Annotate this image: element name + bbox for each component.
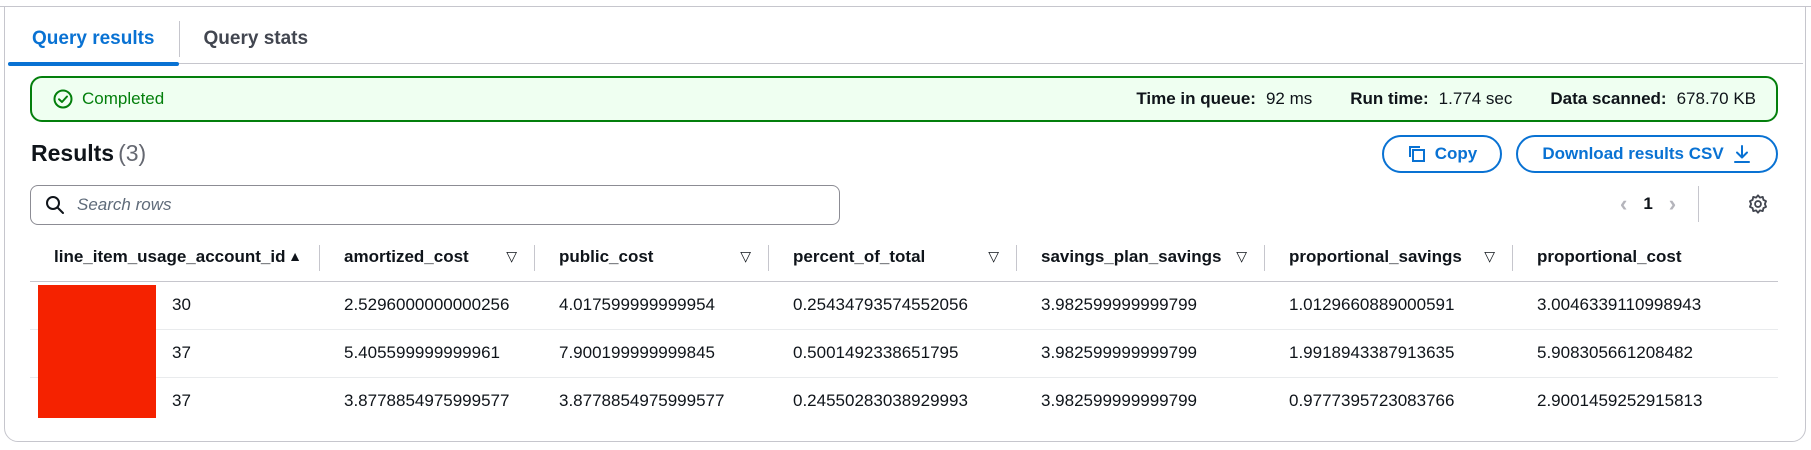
- table-cell: 3.982599999999799: [1017, 281, 1265, 330]
- copy-button[interactable]: Copy: [1382, 135, 1502, 173]
- status-text: Completed: [82, 89, 165, 108]
- table-cell: 5.908305661208482: [1513, 329, 1778, 378]
- table-row: 37 3.8778854975999577 3.8778854975999577…: [30, 377, 1778, 425]
- table-cell: 5.405599999999961: [320, 329, 535, 378]
- results-tabs: Query results Query stats: [8, 14, 1803, 66]
- table-cell: 3.982599999999799: [1041, 391, 1197, 411]
- sort-icon: ▽: [988, 248, 999, 264]
- sort-icon: ▽: [506, 248, 517, 264]
- column-header[interactable]: savings_plan_savings ▽: [1017, 233, 1265, 282]
- column-header[interactable]: line_item_usage_account_id ▲: [30, 233, 320, 282]
- table-cell: 3.982599999999799: [1017, 329, 1265, 378]
- gear-icon[interactable]: [1747, 193, 1769, 215]
- column-header[interactable]: percent_of_total ▽: [769, 233, 1017, 282]
- column-header[interactable]: proportional_savings ▽: [1265, 233, 1513, 282]
- column-header[interactable]: proportional_cost: [1513, 233, 1778, 282]
- status-banner: Completed Time in queue: 92 ms Run time: 1…: [30, 76, 1778, 122]
- search-icon: [46, 196, 64, 214]
- results-count: (3): [118, 140, 147, 166]
- table-cell: 0.9777395723083766: [1289, 391, 1455, 411]
- column-header[interactable]: amortized_cost ▽: [320, 233, 535, 282]
- table-cell: 3.8778854975999577: [559, 391, 725, 411]
- results-heading: Results (3): [31, 140, 147, 166]
- pager-separator: [1698, 186, 1700, 222]
- table-cell: 0.25434793574552056: [769, 281, 1017, 330]
- redaction-block: [38, 285, 156, 418]
- current-page[interactable]: 1: [1643, 194, 1652, 214]
- previous-page-icon[interactable]: ‹: [1620, 191, 1627, 217]
- sort-icon: ▽: [1484, 248, 1495, 264]
- download-results-csv-button[interactable]: Download results CSV: [1516, 135, 1778, 173]
- pagination: ‹ 1 ›: [1620, 186, 1700, 222]
- sort-icon: ▽: [740, 248, 751, 264]
- tab-query-results[interactable]: Query results: [8, 14, 179, 66]
- sort-icon: ▽: [1236, 248, 1247, 264]
- sort-ascending-icon: ▲: [288, 248, 302, 264]
- search-rows-field[interactable]: [30, 185, 840, 225]
- table-cell: 7.900199999999845: [535, 329, 769, 378]
- time-in-queue: Time in queue: 92 ms: [1136, 89, 1313, 108]
- table-cell: 0.5001492338651795: [769, 329, 1017, 378]
- copy-icon: [1408, 146, 1425, 162]
- check-circle-icon: [53, 89, 73, 109]
- search-input[interactable]: [77, 195, 817, 215]
- results-table: line_item_usage_account_id ▲ amortized_co…: [30, 233, 1778, 425]
- tab-query-stats[interactable]: Query stats: [180, 14, 333, 64]
- table-header-row: line_item_usage_account_id ▲ amortized_co…: [30, 233, 1778, 282]
- table-cell: 2.5296000000000256: [320, 281, 535, 330]
- column-header[interactable]: public_cost ▽: [535, 233, 769, 282]
- run-time: Run time: 1.774 sec: [1350, 89, 1513, 108]
- table-row: 30 2.5296000000000256 4.017599999999954 …: [30, 281, 1778, 330]
- table-cell: 3.0046339110998943: [1513, 281, 1778, 330]
- table-cell: 1.9918943387913635: [1265, 329, 1513, 378]
- table-cell: 2.9001459252915813: [1537, 391, 1703, 411]
- download-icon: [1733, 145, 1750, 163]
- table-cell: 3.8778854975999577: [344, 391, 510, 411]
- table-cell: 1.0129660889000591: [1265, 281, 1513, 330]
- table-cell: 0.24550283038929993: [793, 391, 968, 411]
- next-page-icon[interactable]: ›: [1669, 191, 1676, 217]
- table-row: 37 5.405599999999961 7.900199999999845 0…: [30, 329, 1778, 378]
- table-cell: 4.017599999999954: [535, 281, 769, 330]
- data-scanned: Data scanned: 678.70 KB: [1550, 89, 1756, 108]
- query-stats-summary: Time in queue: 92 ms Run time: 1.774 sec D…: [1136, 89, 1756, 109]
